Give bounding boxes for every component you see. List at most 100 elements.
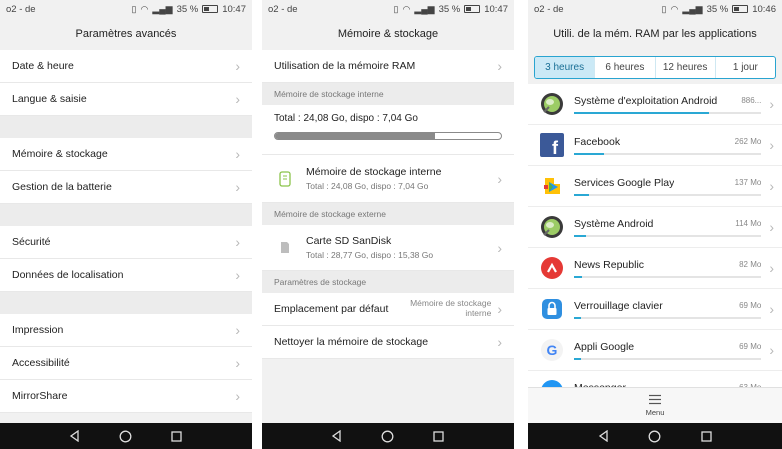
android-system-icon bbox=[540, 215, 564, 239]
setting-label: Gestion de la batterie bbox=[12, 181, 112, 193]
app-ram-size: 114 Mo bbox=[735, 219, 762, 228]
svg-text:G: G bbox=[547, 342, 558, 358]
setting-item-langue-saisie[interactable]: Langue & saisie › bbox=[0, 83, 252, 116]
chevron-right-icon: › bbox=[235, 179, 240, 195]
internal-storage-summary: Total : 24,08 Go, dispo : 7,04 Go bbox=[262, 105, 514, 155]
app-ram-bar bbox=[574, 316, 762, 319]
app-ram-bar bbox=[574, 193, 762, 196]
app-info: Appli Google 69 Mo bbox=[574, 340, 762, 360]
setting-item-gestion-de-la-batterie[interactable]: Gestion de la batterie › bbox=[0, 171, 252, 204]
app-name: Services Google Play bbox=[574, 176, 675, 189]
app-ram-size: 69 Mo bbox=[739, 342, 762, 351]
setting-item-impression[interactable]: Impression › bbox=[0, 314, 252, 347]
home-icon[interactable] bbox=[118, 428, 134, 444]
app-name: Verrouillage clavier bbox=[574, 299, 663, 312]
app-info-row: News Republic 82 Mo bbox=[574, 259, 761, 271]
sd-card-item[interactable]: Carte SD SanDisk Total : 28,77 Go, dispo… bbox=[262, 225, 514, 271]
vibrate-icon: ▯ bbox=[393, 3, 399, 14]
default-location-label: Emplacement par défaut bbox=[274, 303, 389, 315]
app-item-systeme-android[interactable]: Système Android 114 Mo › bbox=[528, 207, 782, 248]
app-ram-bar bbox=[574, 152, 762, 155]
app-info: Services Google Play 137 Mo bbox=[574, 176, 762, 196]
clean-storage-item[interactable]: Nettoyer la mémoire de stockage › bbox=[262, 326, 514, 359]
setting-item-mirrorshare[interactable]: MirrorShare › bbox=[0, 380, 252, 413]
app-item-verrouillage-clavier[interactable]: Verrouillage clavier 69 Mo › bbox=[528, 289, 782, 330]
clock: 10:47 bbox=[484, 3, 508, 15]
chevron-right-icon: › bbox=[769, 219, 774, 235]
home-icon[interactable] bbox=[380, 428, 396, 444]
default-location-item[interactable]: Emplacement par défaut Mémoire de stocka… bbox=[262, 293, 514, 326]
setting-item-accessibilite[interactable]: Accessibilité › bbox=[0, 347, 252, 380]
back-icon[interactable] bbox=[596, 428, 612, 444]
storage-progress-fill bbox=[275, 133, 435, 139]
phone-advanced-settings: o2 - de ▯ ◠ ▂▄▆ 35 % 10:47 Paramètres av… bbox=[0, 0, 252, 449]
app-item-news-republic[interactable]: News Republic 82 Mo › bbox=[528, 248, 782, 289]
setting-item-securite[interactable]: Sécurité › bbox=[0, 226, 252, 259]
chevron-right-icon: › bbox=[769, 260, 774, 276]
recents-icon[interactable] bbox=[431, 428, 447, 444]
battery-icon bbox=[464, 5, 481, 13]
app-item-facebook[interactable]: f Facebook 262 Mo › bbox=[528, 125, 782, 166]
app-item-systeme-d-exploitation-android[interactable]: Système d'exploitation Android 886... › bbox=[528, 84, 782, 125]
battery-percent: 35 % bbox=[176, 3, 199, 15]
app-name: Appli Google bbox=[574, 340, 635, 353]
chevron-right-icon: › bbox=[769, 301, 774, 317]
app-ram-bar bbox=[574, 234, 762, 237]
app-ram-size: 262 Mo bbox=[734, 137, 762, 146]
app-info-row: Système Android 114 Mo bbox=[574, 218, 761, 230]
app-ram-list: Système d'exploitation Android 886... › f Fa… bbox=[528, 84, 782, 387]
storage-params-header: Paramètres de stockage bbox=[262, 271, 514, 293]
app-name: Facebook bbox=[574, 135, 621, 148]
battery-percent: 35 % bbox=[438, 3, 461, 15]
app-name: News Republic bbox=[574, 258, 645, 271]
sd-card-icon bbox=[274, 241, 296, 254]
setting-item-donnees-de-localisation[interactable]: Données de localisation › bbox=[0, 259, 252, 292]
storage-progress-bar bbox=[274, 132, 502, 140]
phone-memory-storage: o2 - de ▯ ◠ ▂▄▆ 35 % 10:47 Mémoire & sto… bbox=[262, 0, 514, 449]
chevron-right-icon: › bbox=[235, 322, 240, 338]
app-item-services-google-play[interactable]: Services Google Play 137 Mo › bbox=[528, 166, 782, 207]
recents-icon[interactable] bbox=[698, 428, 714, 444]
wifi-icon: ◠ bbox=[140, 3, 149, 14]
menu-button[interactable]: Menu bbox=[528, 387, 782, 423]
app-item-messenger[interactable]: Messenger63 Mo› bbox=[528, 371, 782, 387]
internal-storage-item[interactable]: Mémoire de stockage interne Total : 24,0… bbox=[262, 155, 514, 203]
app-ram-bar bbox=[574, 111, 762, 114]
app-info: News Republic 82 Mo bbox=[574, 259, 762, 278]
carrier-label: o2 - de bbox=[534, 3, 564, 15]
menu-label: Menu bbox=[645, 408, 665, 417]
google-play-services-icon bbox=[540, 174, 564, 198]
messenger-icon bbox=[540, 379, 564, 387]
page-title: Utili. de la mém. RAM par les applicatio… bbox=[528, 18, 782, 50]
news-republic-icon bbox=[540, 256, 564, 280]
app-ram-bar-fill bbox=[574, 357, 581, 360]
default-location-value: Mémoire de stockage interne bbox=[410, 298, 492, 318]
tab-6-heures[interactable]: 6 heures bbox=[595, 57, 656, 78]
app-item-appli-google[interactable]: G Appli Google 69 Mo › bbox=[528, 330, 782, 371]
status-bar: o2 - de ▯ ◠ ▂▄▆ 35 % 10:47 bbox=[0, 0, 252, 18]
app-info-row: Système d'exploitation Android 886... bbox=[574, 95, 761, 107]
tab-12-heures[interactable]: 12 heures bbox=[656, 57, 716, 78]
ram-usage-item[interactable]: Utilisation de la mémoire RAM › bbox=[262, 50, 514, 83]
home-icon[interactable] bbox=[647, 428, 663, 444]
carrier-label: o2 - de bbox=[6, 3, 36, 15]
android-os-icon bbox=[540, 92, 564, 116]
app-info: Système Android 114 Mo bbox=[574, 218, 762, 237]
chevron-right-icon: › bbox=[497, 334, 502, 350]
setting-item-date-heure[interactable]: Date & heure › bbox=[0, 50, 252, 83]
storage-total-text: Total : 24,08 Go, dispo : 7,04 Go bbox=[274, 113, 418, 124]
setting-label: Accessibilité bbox=[12, 357, 70, 369]
sd-card-title: Carte SD SanDisk bbox=[306, 235, 392, 247]
app-ram-bar-fill bbox=[574, 152, 604, 155]
back-icon[interactable] bbox=[329, 428, 345, 444]
time-range-tabs: 3 heures 6 heures 12 heures 1 jour bbox=[534, 56, 776, 79]
chevron-right-icon: › bbox=[769, 96, 774, 112]
tab-3-heures[interactable]: 3 heures bbox=[535, 57, 596, 78]
section-gap bbox=[0, 292, 252, 314]
app-info-row: Facebook 262 Mo bbox=[574, 136, 761, 148]
navigation-bar bbox=[262, 423, 514, 449]
recents-icon[interactable] bbox=[169, 428, 185, 444]
setting-item-memoire-stockage[interactable]: Mémoire & stockage › bbox=[0, 138, 252, 171]
tab-1-jour[interactable]: 1 jour bbox=[716, 57, 775, 78]
back-icon[interactable] bbox=[67, 428, 83, 444]
